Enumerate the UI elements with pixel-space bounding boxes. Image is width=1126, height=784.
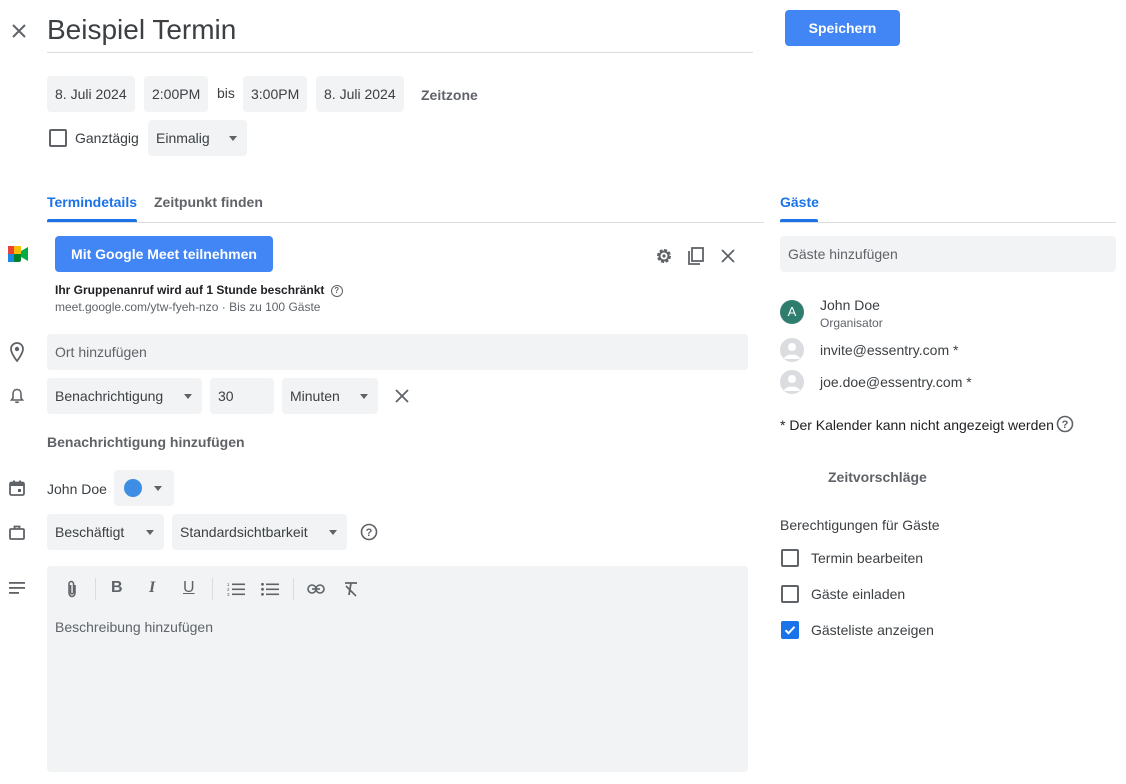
chevron-down-icon: [229, 136, 237, 141]
avatar: [780, 338, 804, 362]
gear-icon[interactable]: [653, 245, 675, 267]
perm-invite-checkbox[interactable]: [781, 585, 799, 603]
suggest-times-button[interactable]: Zeitvorschläge: [828, 469, 927, 485]
notification-type-value: Benachrichtigung: [55, 388, 164, 404]
tab-termindetails[interactable]: Termindetails: [47, 194, 137, 210]
toolbar-divider: [293, 578, 294, 600]
svg-text:?: ?: [366, 527, 373, 539]
recurrence-value: Einmalig: [156, 130, 210, 146]
bold-button[interactable]: B: [111, 579, 123, 597]
start-date-field[interactable]: 8. Juli 2024: [47, 76, 135, 112]
availability-value: Beschäftigt: [55, 524, 125, 540]
notification-unit-dropdown[interactable]: Minuten: [282, 378, 378, 414]
meet-link[interactable]: meet.google.com/ytw-fyeh-nzo · Bis zu 10…: [55, 300, 320, 314]
svg-text:?: ?: [1062, 419, 1069, 431]
chevron-down-icon: [154, 486, 162, 491]
timezone-button[interactable]: Zeitzone: [421, 87, 478, 103]
availability-dropdown[interactable]: Beschäftigt: [47, 514, 164, 550]
clear-formatting-icon[interactable]: [340, 578, 362, 600]
calendar-note: * Der Kalender kann nicht angezeigt werd…: [780, 417, 1054, 433]
calendar-owner: John Doe: [47, 481, 107, 497]
remove-notification-icon[interactable]: [391, 385, 413, 407]
guest-name[interactable]: John Doe: [820, 297, 880, 313]
notification-type-dropdown[interactable]: Benachrichtigung: [47, 378, 202, 414]
meet-limit-text: Ihr Gruppenanruf wird auf 1 Stunde besch…: [55, 283, 343, 297]
avatar: A: [780, 300, 804, 324]
allday-label: Ganztägig: [75, 130, 139, 146]
perm-guestlist-label: Gästeliste anzeigen: [811, 622, 934, 638]
italic-button[interactable]: I: [149, 579, 155, 597]
close-icon[interactable]: [6, 18, 32, 44]
checkmark-icon: [784, 626, 796, 635]
location-pin-icon: [7, 341, 27, 363]
briefcase-icon: [7, 522, 27, 542]
avatar: [780, 370, 804, 394]
calendar-color-dot: [124, 479, 142, 497]
google-meet-icon: [8, 244, 28, 264]
notification-unit-value: Minuten: [290, 388, 340, 404]
perm-invite-label: Gäste einladen: [811, 586, 906, 602]
tabs-divider: [47, 222, 764, 223]
svg-text:3: 3: [227, 592, 230, 596]
visibility-dropdown[interactable]: Standardsichtbarkeit: [172, 514, 347, 550]
visibility-value: Standardsichtbarkeit: [180, 524, 308, 540]
bulleted-list-icon[interactable]: [259, 578, 281, 600]
chevron-down-icon: [329, 530, 337, 535]
help-icon[interactable]: ?: [330, 284, 343, 297]
title-input[interactable]: Beispiel Termin: [47, 10, 753, 53]
bell-icon: [7, 386, 27, 406]
end-time-field[interactable]: 3:00PM: [243, 76, 308, 112]
notification-value-input[interactable]: 30: [210, 378, 274, 414]
numbered-list-icon[interactable]: 1 2 3: [225, 578, 247, 600]
toolbar-divider: [212, 578, 213, 600]
calendar-color-dropdown[interactable]: [114, 470, 174, 506]
guests-divider: [780, 222, 1116, 223]
tab-guests[interactable]: Gäste: [780, 194, 819, 210]
perm-edit-label: Termin bearbeiten: [811, 550, 924, 566]
perm-edit-checkbox[interactable]: [781, 549, 799, 567]
link-icon[interactable]: [305, 578, 327, 600]
recurrence-dropdown[interactable]: Einmalig: [148, 120, 247, 156]
allday-checkbox[interactable]: [49, 129, 67, 147]
guest-role: Organisator: [820, 316, 883, 330]
join-meet-button[interactable]: Mit Google Meet teilnehmen: [55, 236, 273, 272]
remove-meet-icon[interactable]: [717, 245, 739, 267]
description-icon: [7, 578, 27, 598]
end-date-field[interactable]: 8. Juli 2024: [316, 76, 404, 112]
guest-name[interactable]: joe.doe@essentry.com *: [820, 374, 972, 390]
add-guests-input[interactable]: Gäste hinzufügen: [780, 236, 1116, 272]
calendar-icon: [7, 478, 27, 498]
help-icon[interactable]: ?: [359, 522, 379, 542]
start-time-field[interactable]: 2:00PM: [144, 76, 209, 112]
tab-zeitpunkt-finden[interactable]: Zeitpunkt finden: [154, 194, 263, 210]
permissions-title: Berechtigungen für Gäste: [780, 517, 940, 533]
perm-guestlist-checkbox[interactable]: [781, 621, 799, 639]
copy-icon[interactable]: [685, 245, 707, 267]
guest-name[interactable]: invite@essentry.com *: [820, 342, 958, 358]
attachment-icon[interactable]: [61, 578, 83, 600]
to-label: bis: [217, 85, 235, 101]
chevron-down-icon: [360, 394, 368, 399]
underline-button[interactable]: U: [183, 579, 195, 597]
description-placeholder: Beschreibung hinzufügen: [55, 619, 214, 635]
chevron-down-icon: [184, 394, 192, 399]
description-editor[interactable]: B I U 1 2 3 Beschreibung hinzufügen: [47, 566, 748, 772]
save-button[interactable]: Speichern: [785, 10, 900, 46]
chevron-down-icon: [146, 530, 154, 535]
add-notification-button[interactable]: Benachrichtigung hinzufügen: [47, 434, 245, 450]
title-text: Beispiel Termin: [47, 14, 237, 45]
location-input[interactable]: Ort hinzufügen: [47, 334, 748, 370]
help-icon[interactable]: ?: [1055, 414, 1075, 434]
toolbar-divider: [95, 578, 96, 600]
